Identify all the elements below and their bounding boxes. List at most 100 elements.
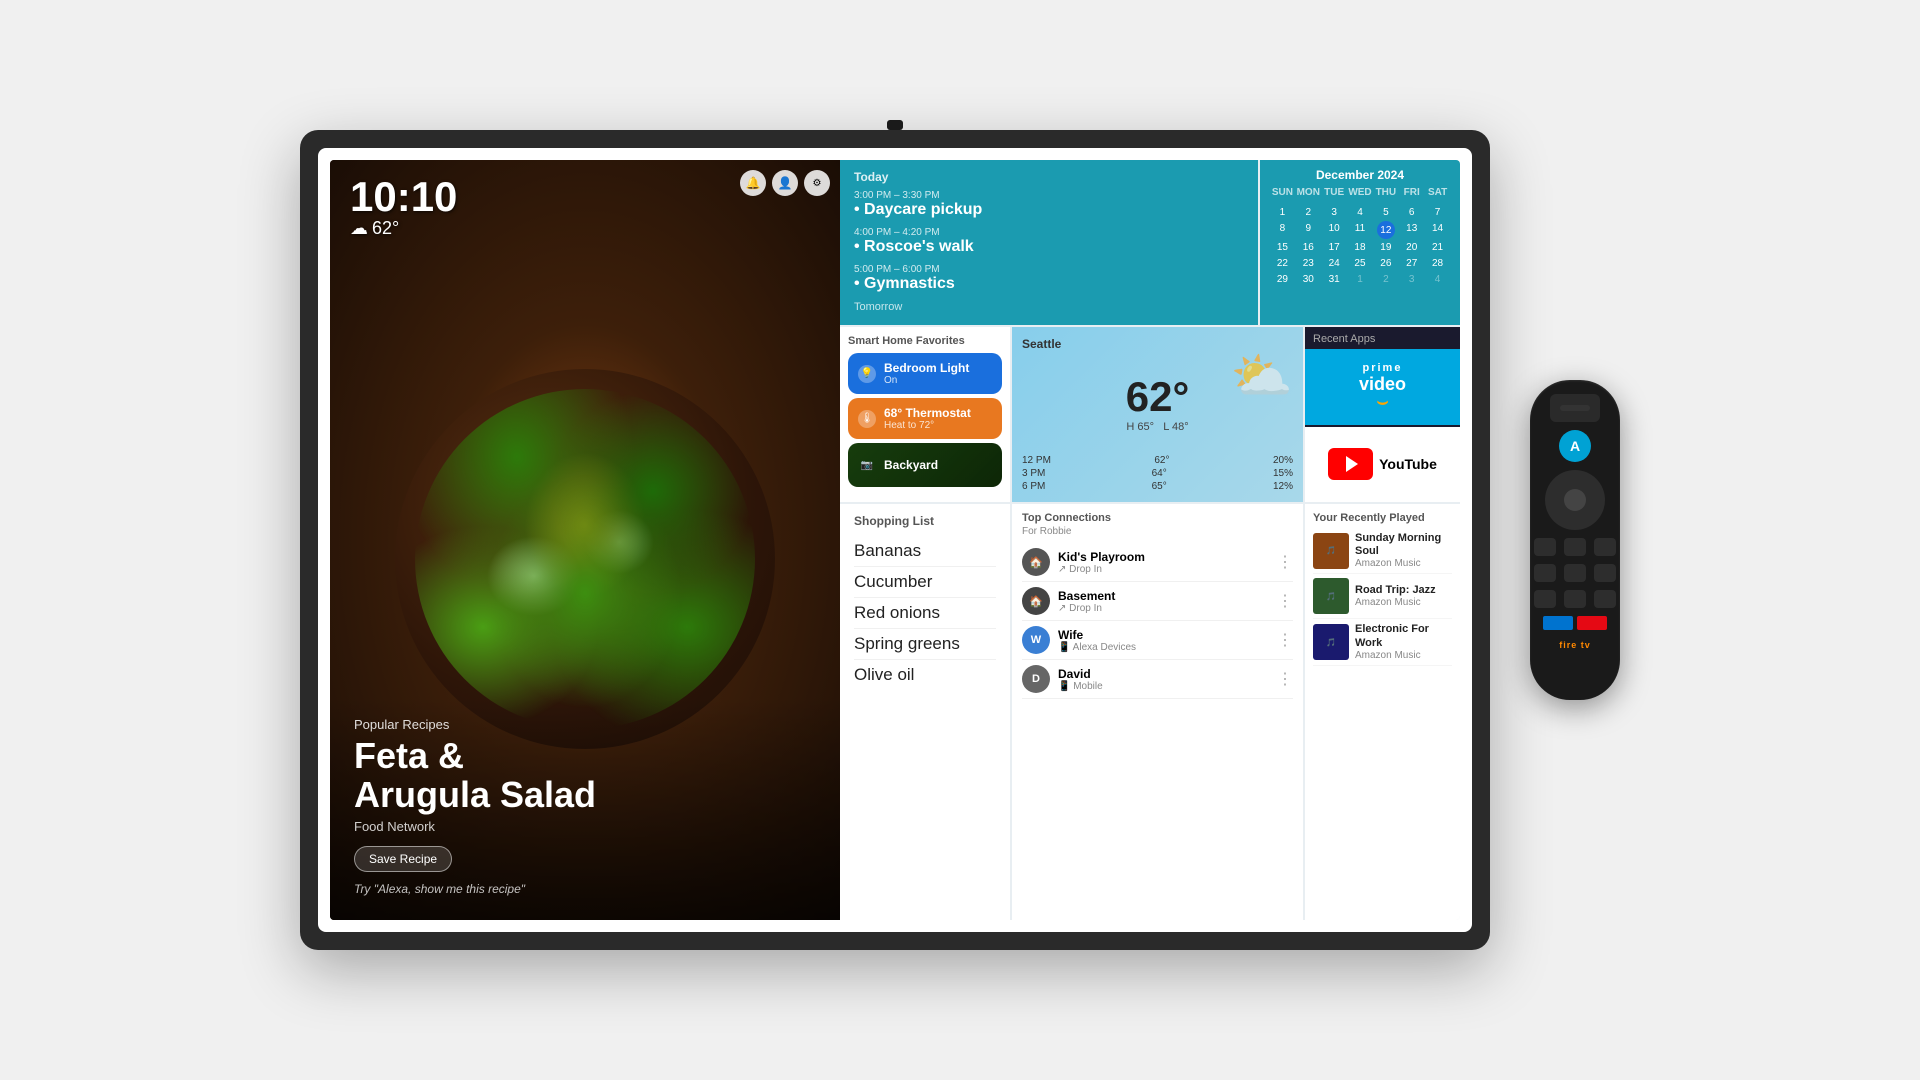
remote-voldown-button[interactable]	[1534, 590, 1556, 608]
cal-day-30[interactable]: 30	[1296, 272, 1321, 287]
shopping-item-olive-oil[interactable]: Olive oil	[854, 660, 996, 690]
cal-day-17[interactable]: 17	[1322, 240, 1347, 255]
remote-mute-button[interactable]	[1564, 590, 1586, 608]
cal-day-8[interactable]: 8	[1270, 221, 1295, 239]
time-weather: 10:10 ☁ 62°	[350, 176, 457, 239]
youtube-label: YouTube	[1379, 456, 1437, 472]
weather-forecast: 12 PM 62° 20% 3 PM 64° 15%	[1022, 455, 1293, 492]
top-row: Today 3:00 PM – 3:30 PM • Daycare pickup…	[840, 160, 1460, 325]
cal-day-22[interactable]: 22	[1270, 256, 1295, 271]
firetv-label: fire tv	[1559, 640, 1591, 650]
cal-day-11[interactable]: 11	[1348, 221, 1373, 239]
played-item-3[interactable]: 🎵 Electronic For Work Amazon Music	[1313, 619, 1452, 665]
connections-title: Top Connections	[1022, 512, 1293, 524]
event-1: 3:00 PM – 3:30 PM • Daycare pickup	[854, 190, 1244, 219]
thermostat-temp: 68° Thermostat	[884, 406, 971, 420]
shopping-item-spring-greens[interactable]: Spring greens	[854, 629, 996, 660]
basement-more-icon[interactable]: ⋮	[1277, 591, 1293, 611]
middle-row: Smart Home Favorites 💡 Bedroom Light On	[840, 327, 1460, 502]
cal-day-28[interactable]: 28	[1425, 256, 1450, 271]
played-item-1[interactable]: 🎵 Sunday Morning Soul Amazon Music	[1313, 528, 1452, 574]
cal-day-26[interactable]: 26	[1373, 256, 1398, 271]
cal-day-10[interactable]: 10	[1322, 221, 1347, 239]
forecast-3pm-precip: 15%	[1273, 468, 1293, 479]
remote-ffwd-button[interactable]	[1594, 564, 1616, 582]
cal-day-25[interactable]: 25	[1348, 256, 1373, 271]
connection-wife[interactable]: W Wife 📱 Alexa Devices ⋮	[1022, 621, 1293, 660]
cal-day-20[interactable]: 20	[1399, 240, 1424, 255]
cal-day-13[interactable]: 13	[1399, 221, 1424, 239]
cal-day-14[interactable]: 14	[1425, 221, 1450, 239]
connection-david[interactable]: D David 📱 Mobile ⋮	[1022, 660, 1293, 699]
prime-video-tile[interactable]: prime video ⌣	[1305, 349, 1460, 425]
cal-day-16[interactable]: 16	[1296, 240, 1321, 255]
remote-volup-button[interactable]	[1594, 590, 1616, 608]
remote-top-strip	[1550, 394, 1600, 422]
alexa-button[interactable]: A	[1559, 430, 1591, 462]
cal-day-4[interactable]: 4	[1348, 205, 1373, 220]
calendar-month: December 2024	[1270, 168, 1450, 182]
remote-home-button[interactable]	[1564, 538, 1586, 556]
cal-header-mon: MON	[1296, 186, 1321, 199]
prime-video-logo: prime video ⌣	[1359, 362, 1406, 412]
cal-day-31[interactable]: 31	[1322, 272, 1347, 287]
notifications-icon[interactable]: 🔔	[740, 170, 766, 196]
save-recipe-button[interactable]: Save Recipe	[354, 846, 452, 872]
salad-greens	[415, 389, 755, 729]
cal-day-29[interactable]: 29	[1270, 272, 1295, 287]
cal-day-27[interactable]: 27	[1399, 256, 1424, 271]
cal-day-23[interactable]: 23	[1296, 256, 1321, 271]
cal-day-21[interactable]: 21	[1425, 240, 1450, 255]
remote-menu-button[interactable]	[1594, 538, 1616, 556]
played-item-2[interactable]: 🎵 Road Trip: Jazz Amazon Music	[1313, 574, 1452, 619]
cal-day-5[interactable]: 5	[1373, 205, 1398, 220]
weather-icon: ☁	[350, 218, 368, 239]
shopping-item-red-onions[interactable]: Red onions	[854, 598, 996, 629]
cal-day-12[interactable]: 12	[1377, 221, 1395, 239]
basement-name: Basement	[1058, 589, 1115, 603]
forecast-12pm: 12 PM 62° 20%	[1022, 455, 1293, 466]
dpad[interactable]	[1545, 470, 1605, 530]
cal-day-18[interactable]: 18	[1348, 240, 1373, 255]
remote-rewind-button[interactable]	[1534, 564, 1556, 582]
basement-status: ↗ Drop In	[1058, 603, 1115, 614]
dpad-center[interactable]	[1564, 489, 1586, 511]
weather-cloud-icon: ⛅	[1231, 347, 1293, 406]
connection-kidsplayroom[interactable]: 🏠 Kid's Playroom ↗ Drop In ⋮	[1022, 543, 1293, 582]
david-more-icon[interactable]: ⋮	[1277, 669, 1293, 689]
wife-name: Wife	[1058, 628, 1136, 642]
settings-icon[interactable]: ⚙	[804, 170, 830, 196]
cal-day-2[interactable]: 2	[1296, 205, 1321, 220]
wife-more-icon[interactable]: ⋮	[1277, 630, 1293, 650]
backyard-button[interactable]: 📷 Backyard	[848, 443, 1002, 487]
connections-panel: Top Connections For Robbie 🏠 Kid's Playr…	[1012, 504, 1303, 920]
cal-day-9[interactable]: 9	[1296, 221, 1321, 239]
cal-header-tue: TUE	[1322, 186, 1347, 199]
played-source-1: Amazon Music	[1355, 558, 1452, 569]
recently-played-title: Your Recently Played	[1313, 512, 1452, 524]
forecast-3pm-temp: 64°	[1152, 468, 1167, 479]
cal-day-19[interactable]: 19	[1373, 240, 1398, 255]
cal-day-6[interactable]: 6	[1399, 205, 1424, 220]
profile-icon[interactable]: 👤	[772, 170, 798, 196]
tomorrow-label: Tomorrow	[854, 301, 1244, 313]
cal-day-15[interactable]: 15	[1270, 240, 1295, 255]
youtube-play-icon	[1346, 456, 1358, 472]
remote-back-button[interactable]	[1534, 538, 1556, 556]
thermostat-button[interactable]: 🌡 68° Thermostat Heat to 72°	[848, 398, 1002, 439]
remote-play-button[interactable]	[1564, 564, 1586, 582]
bedroom-light-button[interactable]: 💡 Bedroom Light On	[848, 353, 1002, 394]
shopping-item-bananas[interactable]: Bananas	[854, 536, 996, 567]
right-panel: Today 3:00 PM – 3:30 PM • Daycare pickup…	[840, 160, 1460, 920]
cal-day-7[interactable]: 7	[1425, 205, 1450, 220]
remote-amazon-button[interactable]	[1543, 616, 1573, 630]
cal-day-3[interactable]: 3	[1322, 205, 1347, 220]
youtube-tile[interactable]: YouTube	[1305, 427, 1460, 503]
cal-day-1[interactable]: 1	[1270, 205, 1295, 220]
remote-netflix-button[interactable]	[1577, 616, 1607, 630]
camera	[887, 120, 903, 130]
shopping-item-cucumber[interactable]: Cucumber	[854, 567, 996, 598]
kidsplayroom-more-icon[interactable]: ⋮	[1277, 552, 1293, 572]
cal-day-24[interactable]: 24	[1322, 256, 1347, 271]
connection-basement[interactable]: 🏠 Basement ↗ Drop In ⋮	[1022, 582, 1293, 621]
